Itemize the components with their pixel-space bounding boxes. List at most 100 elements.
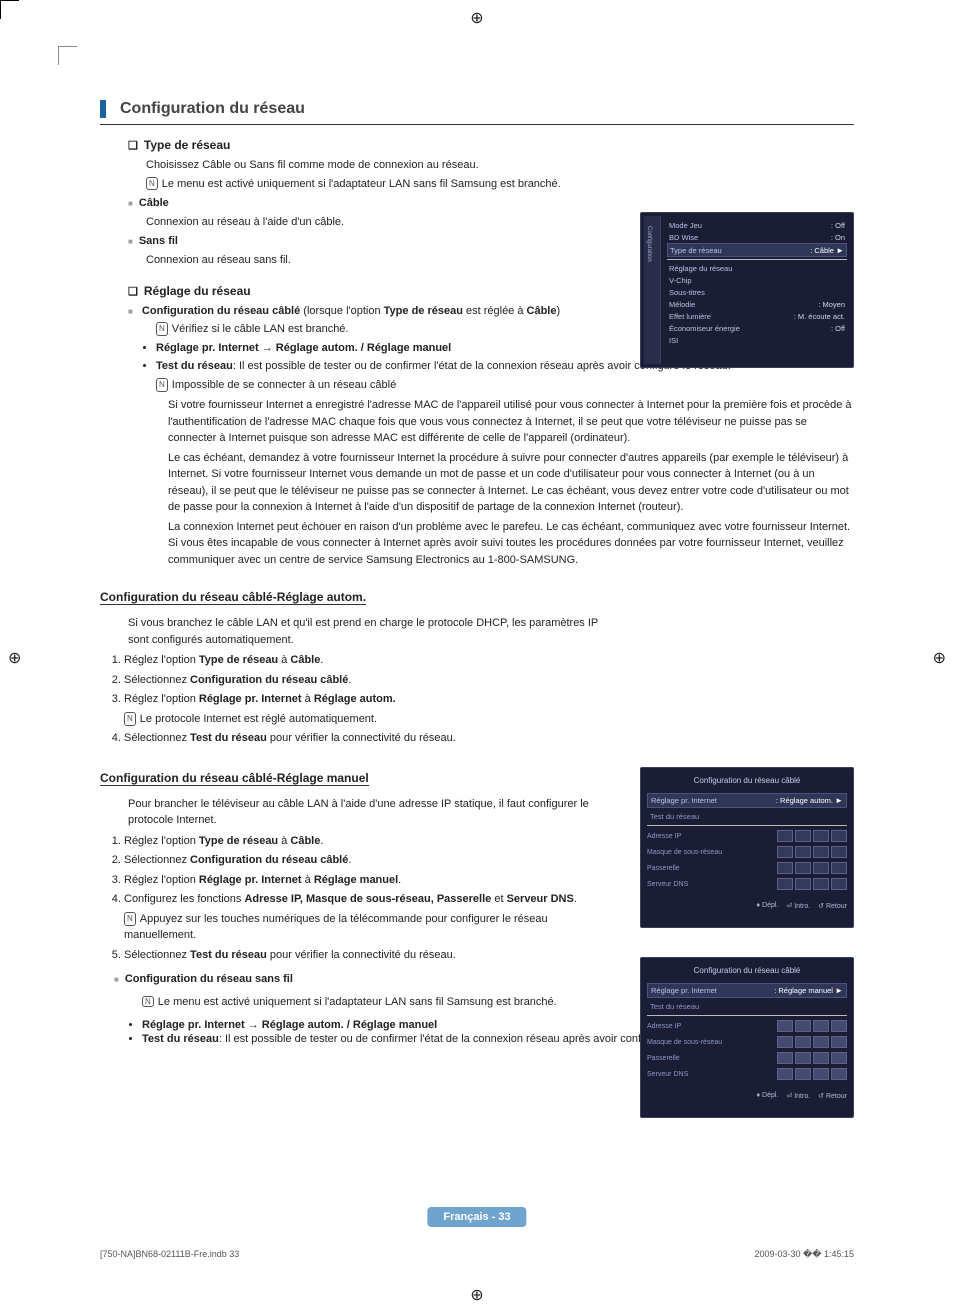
ip-cell: [777, 830, 793, 842]
square-icon: ❏: [128, 286, 138, 298]
osd-row: Mélodie: Moyen: [667, 298, 847, 310]
osd-label: Adresse IP: [647, 833, 681, 840]
osd-row: Économiseur énergie: Off: [667, 322, 847, 334]
t: pour vérifier la connectivité du réseau.: [267, 949, 456, 961]
osd-row: Type de réseau : Câble ►: [667, 243, 847, 257]
t: à: [278, 654, 290, 666]
t: Intro.: [794, 1093, 810, 1100]
heading-underlined: Configuration du réseau câblé-Réglage au…: [100, 590, 366, 605]
t: .: [348, 854, 351, 866]
osd-cfg-manuel: Configuration du réseau câblé Réglage pr…: [640, 957, 854, 1118]
text: Test du réseau: [156, 360, 233, 372]
osd-label: Mélodie: [669, 300, 695, 309]
ip-cell: [777, 862, 793, 874]
arrow-right-icon: ►: [836, 246, 844, 255]
t: Réglage manuel: [314, 874, 398, 886]
ip-cell: [813, 878, 829, 890]
note-text: Le menu est activé uniquement si l'adapt…: [162, 178, 561, 190]
updown-icon: ♦: [757, 902, 761, 909]
osd-title: Configuration du réseau câblé: [647, 774, 847, 791]
list-item: Sélectionnez Configuration du réseau câb…: [124, 852, 620, 869]
osd-sidebar: Configuration: [644, 216, 661, 364]
osd-footer: ♦ Dépl. ⏎ Intro. ↺ Retour: [647, 902, 847, 910]
ip-cell: [831, 846, 847, 858]
t: Réglage pr. Internet: [199, 693, 302, 705]
text: (lorsque l'option: [300, 305, 383, 317]
osd-label: Réglage pr. Internet: [651, 986, 717, 995]
bullet-icon: ■: [128, 237, 133, 246]
ip-cells: [777, 878, 847, 890]
ip-cell: [777, 1052, 793, 1064]
t: Réglage autom.: [314, 693, 396, 705]
t: pour vérifier la connectivité du réseau.: [267, 732, 456, 744]
osd-menu-config: Configuration Mode Jeu: OffBD Wise: OnTy…: [640, 212, 854, 368]
t: Dépl.: [762, 1092, 778, 1099]
ip-cells: [777, 830, 847, 842]
doc-filename: [750-NA]BN68-02111B-Fre.indb 33: [100, 1249, 239, 1260]
page-content: Configuration du réseau ❏ Type de réseau …: [100, 100, 854, 1225]
paragraph: La connexion Internet peut échouer en ra…: [168, 519, 854, 569]
steps-list: Réglez l'option Type de réseau à Câble. …: [124, 833, 620, 964]
text: Choisissez Câble ou Sans fil comme mode …: [146, 158, 854, 174]
return-icon: ↺: [818, 1093, 824, 1100]
steps-list: Réglez l'option Type de réseau à Câble. …: [124, 652, 620, 747]
t: Retour: [826, 1093, 847, 1100]
osd-ip-row: Passerelle: [647, 860, 847, 876]
bullet-icon: ■: [128, 307, 133, 316]
osd-selected-row: Réglage pr. Internet : Réglage manuel ►: [647, 983, 847, 998]
paragraph: Si votre fournisseur Internet a enregist…: [168, 397, 854, 447]
osd-label: Passerelle: [647, 1055, 680, 1062]
heading-type-reseau: Type de réseau: [144, 138, 230, 152]
osd-value: : Câble ►: [810, 246, 844, 255]
text: Type de réseau: [384, 305, 463, 317]
divider: [647, 1015, 847, 1016]
ip-cell: [813, 846, 829, 858]
heading-underlined: Configuration du réseau câblé-Réglage ma…: [100, 771, 369, 786]
t: .: [348, 674, 351, 686]
osd-ip-row: Masque de sous-réseau: [647, 844, 847, 860]
list-item: Réglez l'option Type de réseau à Câble.: [124, 833, 620, 850]
ip-cell: [831, 1036, 847, 1048]
t: Sélectionnez: [124, 949, 190, 961]
list-item: Réglez l'option Réglage pr. Internet à R…: [124, 872, 620, 889]
ip-cell: [777, 1036, 793, 1048]
osd-label: Serveur DNS: [647, 881, 688, 888]
title-accent: [100, 100, 106, 118]
osd-row: Réglage du réseau: [667, 262, 847, 274]
osd-label: Type de réseau: [670, 246, 722, 255]
t: Intro.: [794, 903, 810, 910]
t: Réglez l'option: [124, 835, 199, 847]
osd-label: Sous-titres: [669, 288, 705, 297]
ip-cell: [813, 1052, 829, 1064]
note-text: Le menu est activé uniquement si l'adapt…: [158, 996, 557, 1008]
heading-sansfil: Sans fil: [139, 235, 178, 247]
t: Sélectionnez: [124, 732, 190, 744]
osd-label: Masque de sous-réseau: [647, 1039, 722, 1046]
t: Configuration du réseau câblé: [190, 854, 348, 866]
osd-ip-row: Adresse IP: [647, 1018, 847, 1034]
note-text: Vérifiez si le câble LAN est branché.: [172, 323, 349, 335]
reg-mark-bottom: ⊕: [470, 1285, 483, 1305]
osd-row: Effet lumière: M. écoute act.: [667, 310, 847, 322]
t: Réglage pr. Internet: [199, 874, 302, 886]
list-item: Réglez l'option Réglage pr. Internet à R…: [124, 691, 620, 727]
t: à: [302, 693, 314, 705]
section-cfg-autom: Configuration du réseau câblé-Réglage au…: [100, 578, 854, 747]
t: .: [574, 893, 577, 905]
t: Serveur DNS: [507, 893, 574, 905]
ip-cell: [813, 830, 829, 842]
osd-label: V-Chip: [669, 276, 692, 285]
note-icon: N: [156, 322, 168, 336]
bullet-icon: ■: [128, 199, 133, 208]
osd-ip-row: Passerelle: [647, 1050, 847, 1066]
list-item: Sélectionnez Test du réseau pour vérifie…: [124, 730, 620, 747]
osd-label: Effet lumière: [669, 312, 711, 321]
osd-row: V-Chip: [667, 274, 847, 286]
note-icon: N: [142, 996, 154, 1007]
osd-row: BD Wise: On: [667, 231, 847, 243]
section-title: Configuration du réseau: [120, 100, 305, 118]
return-icon: ↺: [818, 903, 824, 910]
cfg-heading: Configuration du réseau câblé: [142, 305, 300, 317]
text: Test du réseau: [142, 1033, 219, 1045]
heading-reglage: Réglage du réseau: [144, 284, 251, 298]
